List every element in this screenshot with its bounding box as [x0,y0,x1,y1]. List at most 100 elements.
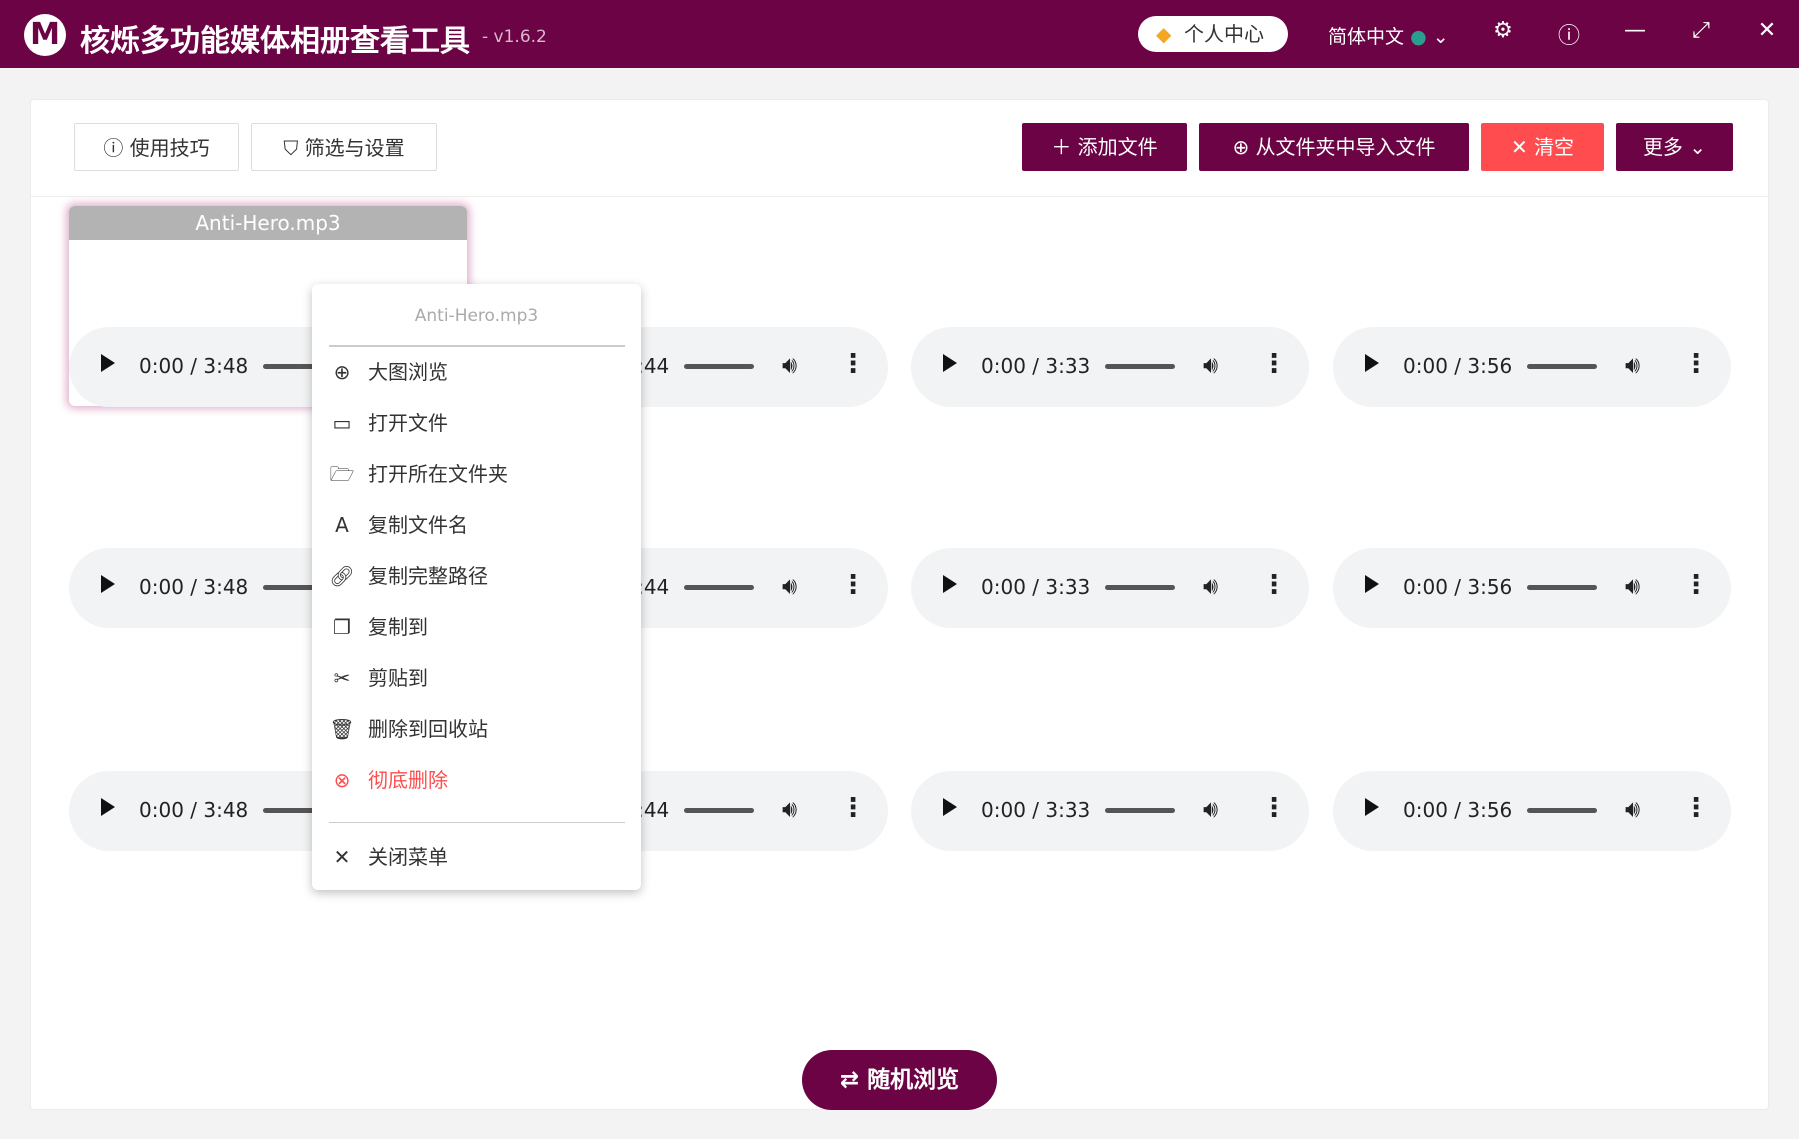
more-options-icon[interactable]: ⋮ [1683,793,1709,823]
more-options-icon[interactable]: ⋮ [1261,349,1287,379]
menu-item-label: 打开文件 [368,411,448,435]
tips-button[interactable]: ⓘ 使用技巧 [74,123,239,171]
close-button[interactable]: ✕ [1752,18,1782,43]
menu-item[interactable]: 🗁 打开所在文件夹 [328,454,624,494]
play-icon[interactable] [943,575,957,593]
menu-item[interactable]: ⊗ 彻底删除 [328,760,624,800]
divider [30,196,1769,197]
play-icon[interactable] [943,798,957,816]
menu-item-close[interactable]: ✕ 关闭菜单 [328,837,624,877]
plus-icon: ＋ [1051,135,1072,159]
volume-icon[interactable]: 🔊︎ [782,572,797,600]
question-icon: ⓘ [103,136,124,160]
audio-player[interactable]: 0:00 / 3:56 🔊︎ ⋮ [1333,548,1731,628]
tips-label: 使用技巧 [129,136,210,160]
trash-icon: 🗑 [329,717,355,741]
close-icon: ✕ [333,845,351,869]
volume-icon[interactable]: 🔊︎ [1625,795,1640,823]
time-display: 0:00 / 3:56 [1403,798,1513,822]
user-center-label: 个人中心 [1184,22,1264,46]
volume-icon[interactable]: 🔊︎ [782,795,797,823]
more-options-icon[interactable]: ⋮ [1683,349,1709,379]
play-icon[interactable] [1365,354,1379,372]
more-options-icon[interactable]: ⋮ [1261,570,1287,600]
menu-item[interactable]: 🔗︎ 复制完整路径 [328,556,624,596]
menu-item-label: 关闭菜单 [368,845,448,869]
help-icon[interactable]: ⓘ [1554,18,1584,50]
divider [329,345,625,347]
menu-item[interactable]: ✂ 剪贴到 [328,658,624,698]
progress-slider[interactable] [1105,585,1175,590]
time-display: 0:00 / 3:56 [1403,354,1513,378]
volume-icon[interactable]: 🔊︎ [1203,795,1218,823]
settings-icon[interactable]: ⚙ [1488,18,1518,43]
progress-slider[interactable] [1527,808,1597,813]
link-icon: 🔗︎ [329,564,355,588]
shuffle-icon: ⇄ [839,1067,860,1093]
time-display: 0:00 / 3:48 [139,354,249,378]
audio-player[interactable]: 0:00 / 3:33 🔊︎ ⋮ [911,771,1309,851]
play-icon[interactable] [101,798,115,816]
play-icon[interactable] [101,354,115,372]
maximize-button[interactable]: ⤢ [1686,18,1716,43]
volume-icon[interactable]: 🔊︎ [1203,572,1218,600]
add-file-button[interactable]: ＋ 添加文件 [1022,123,1187,171]
volume-icon[interactable]: 🔊︎ [782,351,797,379]
diamond-icon: ◆ [1156,22,1172,46]
play-icon[interactable] [101,575,115,593]
import-folder-label: 从文件夹中导入文件 [1255,135,1436,159]
plus-circle-icon: ⊕ [1232,135,1250,159]
more-options-icon[interactable]: ⋮ [1683,570,1709,600]
text-icon: A [335,513,349,537]
globe-icon: ● [1410,26,1427,48]
audio-player[interactable]: 0:00 / 3:33 🔊︎ ⋮ [911,327,1309,407]
clear-button[interactable]: ✕ 清空 [1481,123,1604,171]
time-display: 0:00 / 3:56 [1403,575,1513,599]
audio-player[interactable]: 0:00 / 3:33 🔊︎ ⋮ [911,548,1309,628]
menu-item[interactable]: ▭ 打开文件 [328,403,624,443]
title-bar: M 核烁多功能媒体相册查看工具 - v1.6.2 ◆ 个人中心 简体中文 ● ⌄ … [0,0,1799,68]
menu-item[interactable]: ❐ 复制到 [328,607,624,647]
user-center-button[interactable]: ◆ 个人中心 [1138,16,1288,52]
more-options-icon[interactable]: ⋮ [840,793,866,823]
menu-item[interactable]: ⊕ 大图浏览 [328,352,624,392]
filter-settings-button[interactable]: ⛉ 筛选与设置 [251,123,437,171]
delete-circle-icon: ⊗ [333,768,351,792]
volume-icon[interactable]: 🔊︎ [1625,572,1640,600]
import-folder-button[interactable]: ⊕ 从文件夹中导入文件 [1199,123,1469,171]
progress-slider[interactable] [1527,364,1597,369]
progress-slider[interactable] [1105,364,1175,369]
more-button[interactable]: 更多 ⌄ [1616,123,1733,171]
filter-label: 筛选与设置 [304,136,405,160]
progress-slider[interactable] [684,364,754,369]
more-options-icon[interactable]: ⋮ [840,570,866,600]
audio-player[interactable]: 0:00 / 3:56 🔊︎ ⋮ [1333,327,1731,407]
chevron-down-icon: ⌄ [1432,26,1449,48]
play-icon[interactable] [1365,575,1379,593]
audio-player[interactable]: 0:00 / 3:56 🔊︎ ⋮ [1333,771,1731,851]
context-menu-title: Anti-Hero.mp3 [414,306,539,326]
more-options-icon[interactable]: ⋮ [840,349,866,379]
language-label: 简体中文 [1328,26,1405,48]
menu-item[interactable]: A 复制文件名 [328,505,624,545]
filter-icon: ⛉ [283,136,299,160]
minimize-button[interactable]: — [1620,18,1650,43]
random-browse-button[interactable]: ⇄ 随机浏览 [802,1050,997,1110]
menu-item-label: 删除到回收站 [368,717,488,741]
more-options-icon[interactable]: ⋮ [1261,793,1287,823]
menu-item-label: 彻底删除 [368,768,448,792]
time-display: 0:00 / 3:48 [139,798,249,822]
progress-slider[interactable] [684,808,754,813]
zoom-in-icon: ⊕ [333,360,351,384]
play-icon[interactable] [943,354,957,372]
context-menu: Anti-Hero.mp3 ⊕ 大图浏览 ▭ 打开文件 🗁 打开所在文件夹 A 复制文件名 🔗︎… [312,284,641,890]
play-icon[interactable] [1365,798,1379,816]
progress-slider[interactable] [1527,585,1597,590]
copy-icon: ❐ [333,615,351,639]
volume-icon[interactable]: 🔊︎ [1625,351,1640,379]
menu-item[interactable]: 🗑 删除到回收站 [328,709,624,749]
volume-icon[interactable]: 🔊︎ [1203,351,1218,379]
progress-slider[interactable] [1105,808,1175,813]
language-select[interactable]: 简体中文 ● ⌄ [1328,22,1449,49]
progress-slider[interactable] [684,585,754,590]
